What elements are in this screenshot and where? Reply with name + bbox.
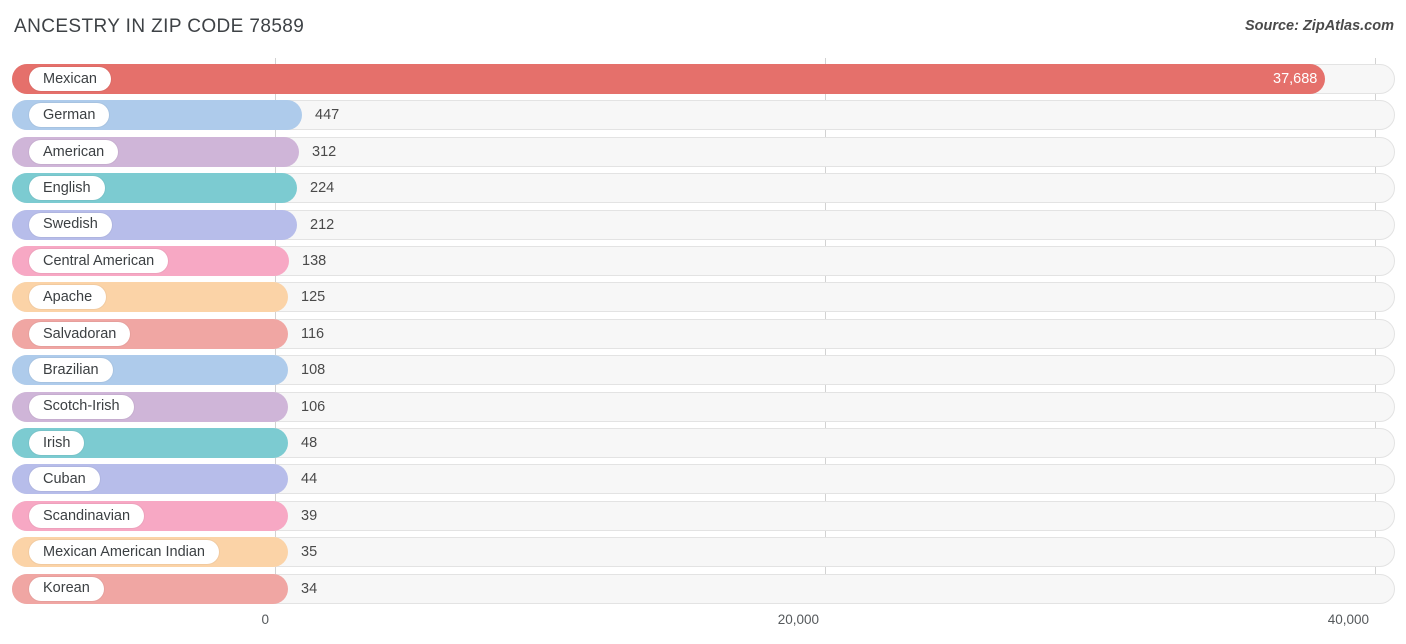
- table-row[interactable]: Salvadoran 116: [12, 318, 1395, 349]
- table-row[interactable]: Scotch-Irish 106: [12, 391, 1395, 422]
- category-label-pill: Scotch-Irish: [29, 394, 134, 419]
- bar-value-label: 447: [315, 107, 340, 124]
- category-label: English: [43, 179, 91, 196]
- x-axis-tick-label: 40,000: [1327, 612, 1369, 627]
- bar-value-label: 37,688: [1273, 71, 1318, 87]
- category-label: American: [43, 143, 105, 160]
- category-label-pill: English: [29, 176, 105, 201]
- bar-fill[interactable]: [12, 64, 1325, 94]
- category-label-pill: Swedish: [29, 212, 112, 237]
- table-row[interactable]: Apache 125: [12, 282, 1395, 313]
- table-row[interactable]: Swedish 212: [12, 209, 1395, 240]
- source-attribution: Source: ZipAtlas.com: [1244, 18, 1394, 34]
- category-label: Mexican: [43, 70, 97, 87]
- category-label-pill: Mexican: [29, 67, 111, 91]
- category-label-pill: German: [29, 103, 110, 128]
- x-axis-tick-label: 0: [261, 612, 269, 627]
- table-row[interactable]: American 312: [12, 136, 1395, 167]
- category-label: Brazilian: [43, 361, 99, 378]
- category-label-pill: Korean: [29, 576, 104, 601]
- category-label: Korean: [43, 580, 90, 597]
- category-label: Irish: [43, 434, 71, 451]
- bar-value-label: 108: [301, 362, 326, 379]
- bar-value-label: 312: [312, 143, 337, 160]
- table-row[interactable]: Scandinavian 39: [12, 500, 1395, 531]
- table-row[interactable]: Korean 34: [12, 573, 1395, 604]
- category-label: Scotch-Irish: [43, 398, 120, 415]
- table-row[interactable]: Cuban 44: [12, 464, 1395, 495]
- bar-value-label: 48: [301, 435, 318, 451]
- chart-plot-area: Mexican 37,688 German 447 American 312 English…: [0, 58, 1406, 604]
- table-row[interactable]: Mexican American Indian 35: [12, 537, 1395, 568]
- x-axis-tick-label: 20,000: [777, 612, 819, 627]
- category-label: Apache: [43, 289, 93, 306]
- bar-rows: Mexican 37,688 German 447 American 312 English…: [0, 58, 1406, 604]
- chart-header: ANCESTRY IN ZIP CODE 78589 Source: ZipAt…: [0, 0, 1406, 58]
- table-row[interactable]: Mexican 37,688: [12, 64, 1395, 94]
- category-label-pill: Central American: [29, 249, 169, 273]
- category-label: Scandinavian: [43, 507, 131, 524]
- bar-value-label: 224: [310, 180, 335, 197]
- table-row[interactable]: English 224: [12, 173, 1395, 204]
- bar-value-label: 106: [301, 398, 326, 415]
- category-label-pill: Irish: [29, 431, 85, 455]
- bar-value-label: 116: [301, 325, 325, 342]
- bar-value-label: 34: [301, 580, 318, 597]
- page-title: ANCESTRY IN ZIP CODE 78589: [14, 16, 305, 37]
- category-label: German: [43, 107, 96, 124]
- bar-value-label: 44: [301, 471, 318, 488]
- table-row[interactable]: German 447: [12, 100, 1395, 131]
- x-axis: 0 20,000 40,000: [0, 604, 1406, 644]
- category-label-pill: Salvadoran: [29, 321, 131, 346]
- category-label-pill: Apache: [29, 285, 107, 310]
- category-label: Mexican American Indian: [43, 543, 205, 560]
- bar-value-label: 39: [301, 507, 318, 524]
- category-label-pill: American: [29, 139, 119, 164]
- category-label-pill: Scandinavian: [29, 503, 145, 528]
- bar-value-label: 212: [310, 216, 335, 233]
- table-row[interactable]: Irish 48: [12, 428, 1395, 458]
- category-label: Swedish: [43, 216, 98, 233]
- table-row[interactable]: Brazilian 108: [12, 355, 1395, 386]
- category-label: Salvadoran: [43, 325, 117, 342]
- bar-value-label: 125: [301, 289, 326, 306]
- table-row[interactable]: Central American 138: [12, 246, 1395, 276]
- category-label: Cuban: [43, 471, 86, 488]
- category-label-pill: Mexican American Indian: [29, 540, 219, 565]
- category-label-pill: Cuban: [29, 467, 100, 492]
- category-label: Central American: [43, 252, 155, 269]
- bar-value-label: 138: [302, 253, 327, 269]
- bar-value-label: 35: [301, 544, 318, 561]
- category-label-pill: Brazilian: [29, 358, 113, 383]
